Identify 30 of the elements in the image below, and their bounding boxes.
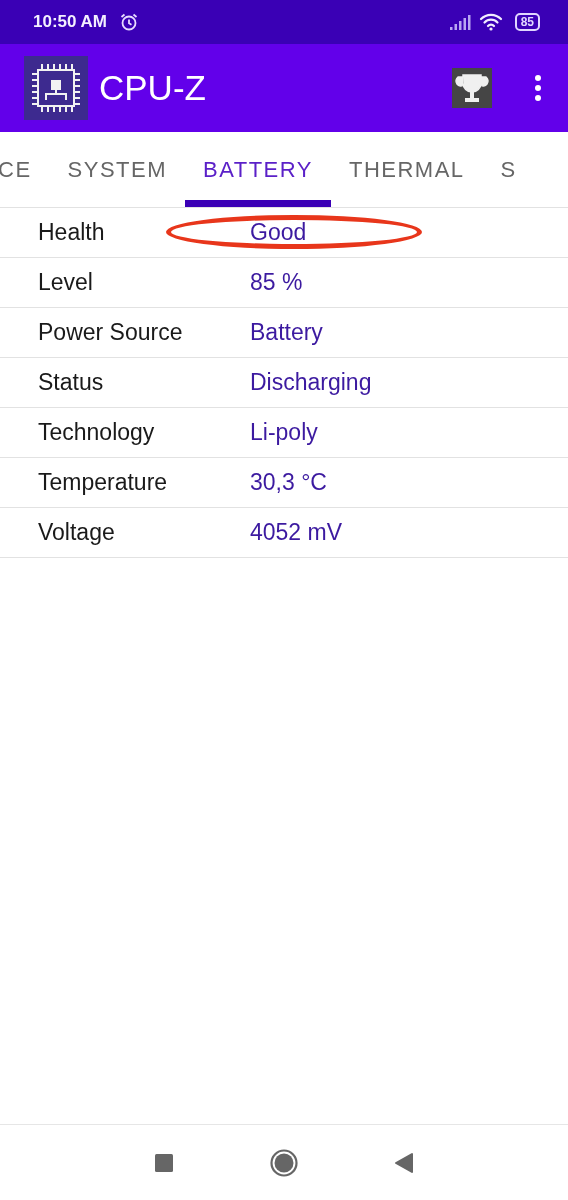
wifi-icon: [478, 13, 503, 31]
property-value: 85 %: [250, 269, 303, 296]
tab[interactable]: THERMAL: [330, 132, 483, 207]
tab[interactable]: BATTERY: [185, 132, 331, 207]
property-label: Power Source: [37, 319, 184, 346]
tab[interactable]: SYSTEM: [49, 132, 186, 207]
battery-level: 85: [520, 15, 534, 29]
property-value: Discharging: [250, 369, 372, 396]
property-value: 4052 mV: [250, 519, 343, 546]
trophy-icon[interactable]: [452, 68, 492, 108]
property-value: Good: [250, 219, 307, 246]
back-icon[interactable]: [394, 1151, 414, 1174]
property-value: Li-poly: [250, 419, 318, 446]
property-value: Battery: [250, 319, 323, 346]
recents-icon[interactable]: [154, 1152, 174, 1173]
chip-icon: [24, 56, 88, 120]
property-label: Temperature: [37, 469, 169, 496]
clock-time: 10:50 AM: [33, 12, 107, 32]
property-label: Technology: [37, 419, 156, 446]
property-label: Health: [37, 219, 106, 246]
property-label: Voltage: [37, 519, 116, 546]
alarm-clock-icon: [119, 12, 139, 32]
property-label: Status: [37, 369, 105, 396]
signal-icon: [448, 14, 471, 30]
property-value: 30,3 °C: [250, 469, 327, 496]
app-title: CPU-Z: [99, 68, 206, 108]
home-icon[interactable]: [270, 1148, 298, 1177]
property-label: Level: [37, 269, 94, 296]
tab[interactable]: S: [482, 132, 517, 207]
more-options-icon[interactable]: [534, 74, 542, 102]
